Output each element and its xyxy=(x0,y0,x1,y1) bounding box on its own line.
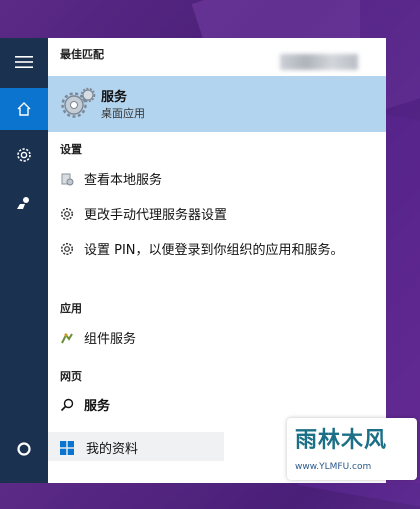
settings-item-label: 更改手动代理服务器设置 xyxy=(84,208,228,223)
web-header: 网页 xyxy=(60,370,82,383)
apps-header: 应用 xyxy=(60,302,82,315)
best-match-item[interactable]: 服务 桌面应用 xyxy=(48,76,386,132)
component-services-icon xyxy=(58,329,76,347)
settings-item-view-local-services[interactable]: 查看本地服务 xyxy=(58,170,378,191)
watermark-logo: 雨林木风 xyxy=(295,428,388,453)
web-item-label: 服务 xyxy=(84,399,111,414)
watermark-url: www.YLMFU.com xyxy=(295,462,372,472)
my-stuff-label: 我的资料 xyxy=(86,442,139,457)
windows-logo-icon xyxy=(60,440,74,455)
settings-item-label: 查看本地服务 xyxy=(84,173,163,188)
gear-icon xyxy=(58,205,76,223)
blurred-area xyxy=(280,54,358,70)
home-icon[interactable] xyxy=(0,88,48,130)
app-item-component-services[interactable]: 组件服务 xyxy=(58,329,378,350)
start-menu: 最佳匹配 服务 桌面应用 设置 查看本地服务 更改手动代理服务器设置 设置 PI… xyxy=(0,38,386,483)
settings-item-label: 设置 PIN，以便登录到你组织的应用和服务。 xyxy=(84,243,344,258)
app-item-label: 组件服务 xyxy=(84,332,137,347)
settings-header: 设置 xyxy=(60,143,82,156)
settings-item-proxy[interactable]: 更改手动代理服务器设置 xyxy=(58,205,378,226)
best-match-title: 服务 xyxy=(101,90,128,105)
web-item-services[interactable]: 服务 xyxy=(58,396,378,417)
my-stuff-bar[interactable]: 我的资料 xyxy=(48,432,224,461)
best-match-subtitle: 桌面应用 xyxy=(101,107,145,120)
hamburger-menu-icon[interactable] xyxy=(0,41,48,83)
best-match-header: 最佳匹配 xyxy=(60,48,104,61)
site-watermark: 雨林木风 www.YLMFU.com xyxy=(287,418,417,480)
feedback-icon[interactable] xyxy=(0,182,48,224)
gear-icon[interactable] xyxy=(0,134,48,176)
search-icon xyxy=(58,396,76,414)
settings-item-pin[interactable]: 设置 PIN，以便登录到你组织的应用和服务。 xyxy=(58,240,358,261)
gear-icon xyxy=(58,240,76,258)
services-small-icon xyxy=(58,170,76,188)
search-results-panel: 最佳匹配 服务 桌面应用 设置 查看本地服务 更改手动代理服务器设置 设置 PI… xyxy=(48,38,386,483)
start-sidebar xyxy=(0,38,48,483)
services-gear-icon xyxy=(60,87,96,121)
cortana-circle-icon[interactable] xyxy=(0,428,48,470)
